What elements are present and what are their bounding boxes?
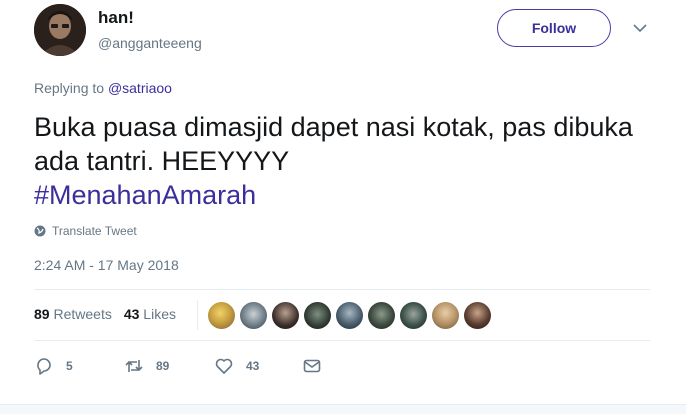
divider	[34, 289, 650, 290]
display-name[interactable]: han!	[98, 8, 134, 28]
hashtag-link[interactable]: #MenahanAmarah	[34, 178, 644, 212]
divider	[34, 340, 650, 341]
screen-name[interactable]: @angganteeeng	[98, 35, 202, 51]
liker-avatar[interactable]	[272, 302, 299, 329]
reply-count: 5	[66, 359, 73, 373]
liker-avatar[interactable]	[304, 302, 331, 329]
tweet-stats: 89 Retweets 43 Likes	[34, 300, 198, 330]
heart-icon	[215, 358, 233, 374]
liker-avatar[interactable]	[336, 302, 363, 329]
envelope-icon	[303, 359, 321, 373]
follow-button[interactable]: Follow	[497, 9, 611, 47]
like-count: 43	[246, 359, 260, 373]
tweet-actions: 5 89 43	[34, 356, 322, 376]
translate-tweet-button[interactable]: Translate Tweet	[34, 224, 137, 238]
reply-button[interactable]: 5	[34, 356, 124, 376]
retweets-stat[interactable]: 89 Retweets	[34, 306, 112, 322]
likes-stat[interactable]: 43 Likes	[124, 306, 176, 322]
like-button[interactable]: 43	[214, 356, 302, 376]
direct-message-button[interactable]	[302, 356, 322, 376]
user-avatar[interactable]	[34, 4, 86, 56]
likes-count: 43	[123, 306, 140, 322]
liker-avatar[interactable]	[400, 302, 427, 329]
tweet-body: Buka puasa dimasjid dapet nasi kotak, pa…	[34, 112, 633, 176]
reply-context: Replying to @satriaoo	[34, 80, 172, 96]
likes-label: Likes	[143, 306, 176, 322]
reply-mention-link[interactable]: @satriaoo	[108, 80, 172, 96]
retweets-label: Retweets	[53, 306, 112, 322]
avatar-photo-icon	[34, 4, 86, 56]
stats-separator	[197, 300, 198, 330]
reply-context-prefix: Replying to	[34, 80, 105, 96]
liker-avatar[interactable]	[208, 302, 235, 329]
retweet-icon	[125, 360, 143, 372]
tweet-card: han! @angganteeeng Follow Replying to @s…	[0, 0, 686, 414]
translate-label: Translate Tweet	[52, 224, 137, 238]
retweets-count: 89	[34, 306, 50, 322]
tweet-timestamp[interactable]: 2:24 AM - 17 May 2018	[34, 257, 179, 273]
likers-avatar-list	[208, 302, 491, 329]
liker-avatar[interactable]	[432, 302, 459, 329]
retweet-button[interactable]: 89	[124, 356, 214, 376]
reply-icon	[37, 358, 51, 375]
liker-avatar[interactable]	[368, 302, 395, 329]
liker-avatar[interactable]	[240, 302, 267, 329]
tweet-text: Buka puasa dimasjid dapet nasi kotak, pa…	[34, 110, 644, 212]
liker-avatar[interactable]	[464, 302, 491, 329]
globe-icon	[34, 225, 46, 237]
retweet-count: 89	[156, 359, 170, 373]
chevron-down-icon[interactable]	[632, 20, 648, 36]
